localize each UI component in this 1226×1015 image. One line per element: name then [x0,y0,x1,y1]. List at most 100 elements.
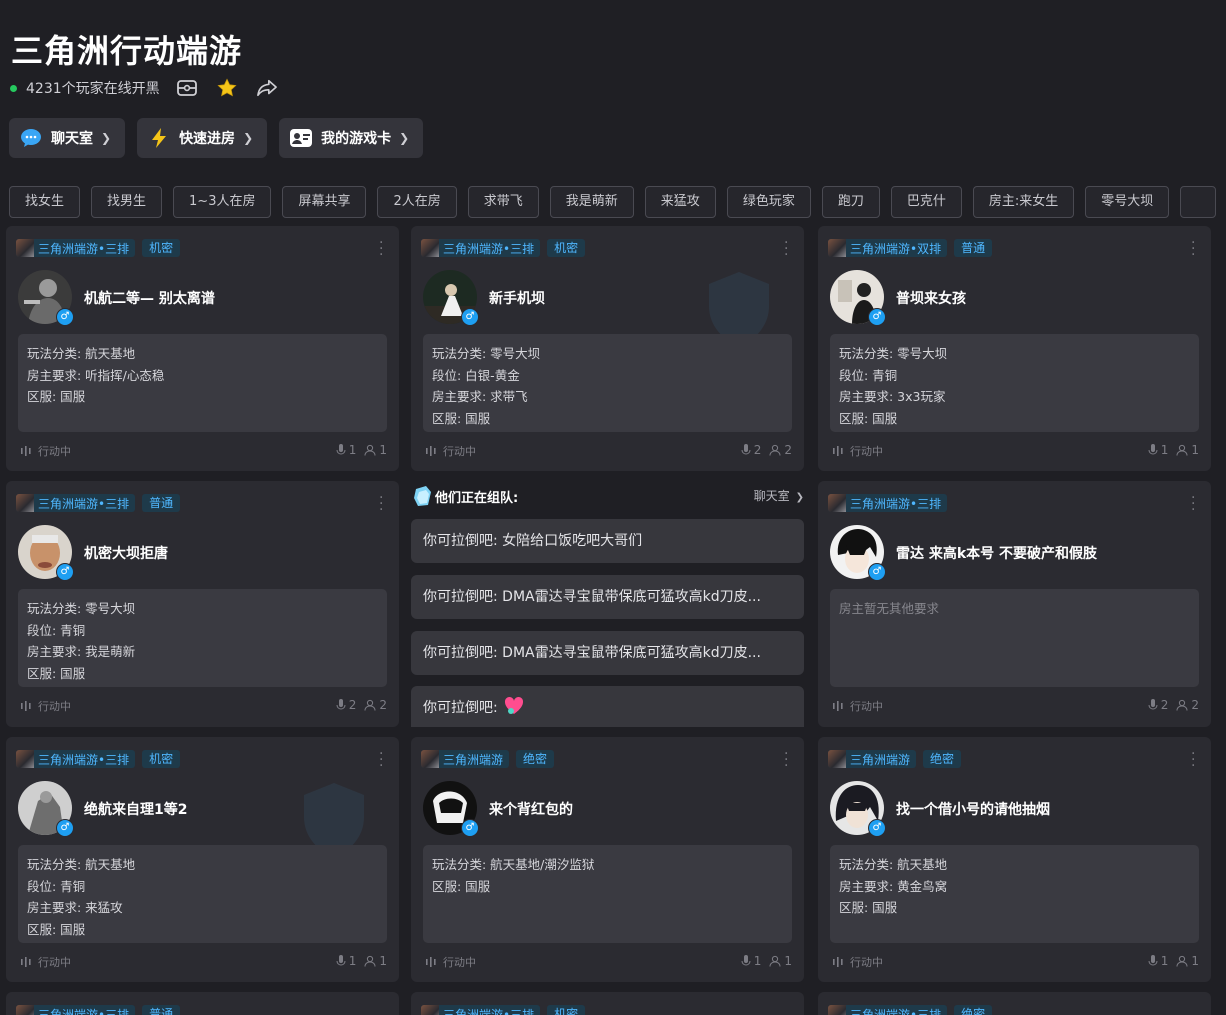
card-footer: 行动中 1 1 [18,954,387,969]
filter-tag[interactable]: 绿色玩家 [726,186,811,218]
room-card[interactable]: 三角洲端游•双排 普通 · · · ♂ 普坝来女孩 玩法分类: 零号大坝 段位: 青… [818,226,1211,471]
chat-bubble-icon [19,126,43,150]
more-options-icon[interactable]: · · · [1191,491,1195,517]
favorite-star-icon[interactable] [216,77,238,99]
chevron-right-icon: ❯ [399,131,410,145]
chatroom-button[interactable]: 聊天室 ❯ [9,118,126,158]
room-card[interactable]: 三角洲端游•三排 · · · ♂ 雷达 来高k本号 不要破产和假肢 房主暂无其他要求… [818,481,1211,727]
card-badges: 三角洲端游•三排 普通 [16,1005,181,1015]
heart-emoji-icon [505,696,524,714]
more-options-icon[interactable]: · · · [784,747,788,773]
game-thumbnail [421,239,439,257]
mode-badge: 普通 [142,1005,181,1015]
room-info: 玩法分类: 航天基地 房主要求: 听指挥/心态稳 区服: 国服 [18,334,387,432]
game-thumbnail [828,494,846,512]
chatroom-link[interactable]: 聊天室 ❯ [754,487,804,504]
male-icon: ♂ [56,308,74,326]
status-text: 行动中 [38,700,71,713]
member-count: 1 [1191,443,1199,457]
room-title: 机航二等— 别太离谱 [84,291,215,307]
filter-tag[interactable]: 2人在房 [377,186,457,218]
my-game-card-button[interactable]: 我的游戏卡 ❯ [279,118,424,158]
filter-tag[interactable]: 找女生 [9,186,81,218]
more-options-icon[interactable]: · · · [379,747,383,773]
room-card[interactable]: 三角洲端游•三排 普通 · · · ♂ 机密大坝拒唐 玩法分类: 零号大坝 段位: … [6,481,399,727]
info-line: 房主要求: 3x3玩家 [839,389,946,404]
page-title: 三角洲行动端游 [11,32,243,70]
room-title: 找一个借小号的请他抽烟 [896,802,1050,818]
filter-tag[interactable]: 求带飞 [467,186,539,218]
info-line: 房主要求: 求带飞 [432,389,528,404]
game-info-icon[interactable] [176,77,198,99]
room-card[interactable]: 三角洲端游•三排 机密 · · · ♂ 新手机坝 玩法分类: 零号大坝 段位: 白银… [411,226,804,471]
more-options-icon[interactable]: · · · [379,236,383,262]
info-line: 房主要求: 我是萌新 [27,644,136,659]
room-card[interactable]: 三角洲端游•三排 机密 [411,992,804,1015]
male-icon: ♂ [868,308,886,326]
filter-tag[interactable]: 房主:来女生 [972,186,1075,218]
mic-icon [741,444,751,455]
filter-tag[interactable]: 屏幕共享 [282,186,367,218]
info-line: 段位: 青铜 [27,879,86,894]
more-options-icon[interactable]: · · · [784,236,788,262]
game-thumbnail [421,750,439,768]
filter-tag[interactable]: 跑刀 [821,186,880,218]
chat-message[interactable]: 你可拉倒吧: 女陪给口饭吃吧大哥们 [411,519,804,563]
more-options-icon[interactable]: · · · [1191,236,1195,262]
chat-panel-title: 他们正在组队: [435,491,519,506]
info-line: 房主要求: 黄金鸟窝 [839,879,948,894]
game-badge: 三角洲端游•三排 [828,1005,948,1015]
sound-wave-icon [833,957,843,967]
room-card[interactable]: 三角洲端游•三排 绝密 [818,992,1211,1015]
quick-join-button[interactable]: 快速进房 ❯ [137,118,268,158]
filter-tag[interactable]: 找男生 [91,186,163,218]
room-card[interactable]: 三角洲端游•三排 机密 · · · ♂ 绝航来自理1等2 玩法分类: 航天基地 段位… [6,737,399,982]
ice-cube-icon [414,486,431,506]
filter-tag[interactable]: 1~3人在房 [173,186,272,218]
user-icon [364,444,376,456]
room-title: 普坝来女孩 [896,291,966,307]
status-text: 行动中 [443,956,476,969]
filter-tag[interactable] [1180,186,1217,218]
room-info: 玩法分类: 航天基地 房主要求: 黄金鸟窝 区服: 国服 [830,845,1199,943]
room-card[interactable]: 三角洲端游 绝密 · · · ♂ 找一个借小号的请他抽烟 玩法分类: 航天基地 房主… [818,737,1211,982]
room-title: 来个背红包的 [489,802,573,818]
chat-panel-header: 他们正在组队: 聊天室 ❯ [411,484,804,506]
filter-tag[interactable]: 巴克什 [890,186,962,218]
more-options-icon[interactable]: · · · [379,491,383,517]
card-footer: 行动中 1 1 [18,443,387,458]
card-badges: 三角洲端游•三排 机密 [421,1005,586,1015]
room-info: 玩法分类: 零号大坝 段位: 白银-黄金 房主要求: 求带飞 区服: 国服 [423,334,792,432]
game-name: 三角洲端游 [850,752,911,767]
info-line: 玩法分类: 零号大坝 [839,346,948,361]
game-thumbnail [16,750,34,768]
game-thumbnail [421,1005,439,1015]
chevron-right-icon: ❯ [243,131,254,145]
card-badges: 三角洲端游 绝密 [421,750,555,768]
mode-badge: 机密 [142,750,181,768]
mode-badge: 机密 [547,1005,586,1015]
filter-tag[interactable]: 零号大坝 [1085,186,1170,218]
mic-count: 1 [1160,443,1169,457]
share-icon[interactable] [256,77,278,99]
chat-message[interactable]: 你可拉倒吧: [411,686,804,727]
game-name: 三角洲端游•三排 [38,241,130,256]
sound-wave-icon [21,957,31,967]
filter-tag[interactable]: 来猛攻 [644,186,716,218]
game-badge: 三角洲端游•三排 [16,494,136,512]
member-count: 1 [379,954,387,968]
filter-tag[interactable]: 我是萌新 [549,186,634,218]
room-info: 玩法分类: 航天基地/潮汐监狱 区服: 国服 [423,845,792,943]
chat-message[interactable]: 你可拉倒吧: DMA雷达寻宝鼠带保底可猛攻高kd刀皮... [411,631,804,675]
room-card[interactable]: 三角洲端游 绝密 · · · ♂ 来个背红包的 玩法分类: 航天基地/潮汐监狱 区服… [411,737,804,982]
card-badges: 三角洲端游•三排 机密 [421,239,586,257]
chevron-right-icon: ❯ [101,131,112,145]
chat-message[interactable]: 你可拉倒吧: DMA雷达寻宝鼠带保底可猛攻高kd刀皮... [411,575,804,619]
more-options-icon[interactable]: · · · [1191,747,1195,773]
game-badge: 三角洲端游•三排 [828,494,948,512]
room-card[interactable]: 三角洲端游•三排 机密 · · · ♂ 机航二等— 别太离谱 玩法分类: 航天基地 … [6,226,399,471]
game-thumbnail [828,239,846,257]
room-card[interactable]: 三角洲端游•三排 普通 [6,992,399,1015]
member-count: 2 [379,698,387,712]
info-line: 段位: 青铜 [27,623,86,638]
